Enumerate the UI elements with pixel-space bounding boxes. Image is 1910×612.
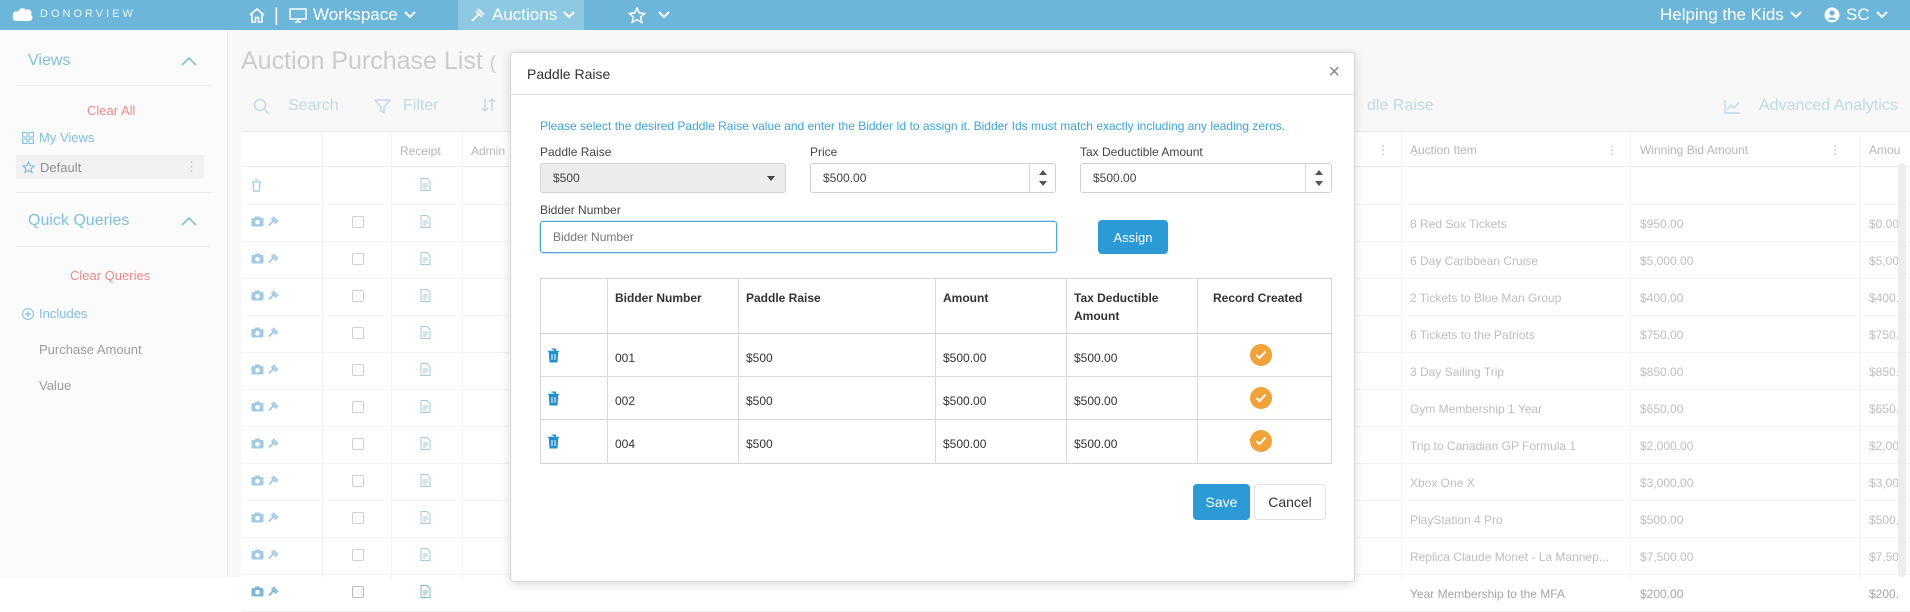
workspace-label: Workspace xyxy=(313,5,398,24)
header-amount: Amount xyxy=(943,291,989,305)
user-menu[interactable]: SC xyxy=(1824,0,1888,30)
price-value: $500.00 xyxy=(823,171,867,185)
paddle-raise-label: Paddle Raise xyxy=(540,145,612,159)
checkmark-icon xyxy=(1250,344,1272,366)
amount-cell: $500.00 xyxy=(943,437,987,451)
table-row: 002 $500 $500.00 $500.00 xyxy=(541,377,1331,420)
assignments-table: Bidder Number Paddle Raise Amount Tax De… xyxy=(540,278,1332,464)
assign-button[interactable]: Assign xyxy=(1098,220,1168,254)
table-body: 001 $500 $500.00 $500.00 002 $500 $500.00 $500.… xyxy=(541,334,1331,463)
amount-cell: $500.00 xyxy=(943,351,987,365)
price-stepper[interactable] xyxy=(1029,164,1055,192)
trash-icon[interactable] xyxy=(547,434,560,449)
chevron-down-icon xyxy=(658,11,670,19)
bidder-number-cell: 001 xyxy=(615,351,636,365)
paddle-raise-cell: $500 xyxy=(746,394,773,408)
header-tax-deductible-line1: Tax Deductible xyxy=(1074,291,1159,305)
stepper-up-icon[interactable] xyxy=(1315,170,1323,175)
table-header: Bidder Number Paddle Raise Amount Tax De… xyxy=(541,279,1331,334)
monitor-icon xyxy=(289,7,307,23)
caret-down-icon xyxy=(767,176,775,181)
tax-deductible-field[interactable]: $500.00 xyxy=(1080,163,1332,193)
gavel-icon[interactable] xyxy=(268,586,279,597)
donorview-logo[interactable]: DONORVIEW xyxy=(12,6,136,22)
tax-deductible-cell: $500.00 xyxy=(1074,437,1118,451)
amount-cell: $200. xyxy=(1869,587,1900,601)
tax-deductible-value: $500.00 xyxy=(1093,171,1137,185)
chevron-down-icon xyxy=(1790,11,1802,19)
stepper-up-icon[interactable] xyxy=(1039,170,1047,175)
paddle-raise-cell: $500 xyxy=(746,437,773,451)
bidder-number-cell: 002 xyxy=(615,394,636,408)
table-row: 004 $500 $500.00 $500.00 xyxy=(541,420,1331,463)
header-tax-deductible-amount: Tax Deductible Amount xyxy=(1074,289,1158,325)
bidder-number-cell: 004 xyxy=(615,437,636,451)
stepper-down-icon[interactable] xyxy=(1315,181,1323,186)
modal-title: Paddle Raise xyxy=(527,66,611,82)
paddle-raise-select[interactable]: $500 xyxy=(540,163,786,193)
paddle-raise-modal: Paddle Raise × Please select the desired… xyxy=(510,52,1355,582)
cancel-button[interactable]: Cancel xyxy=(1254,484,1326,520)
trash-icon[interactable] xyxy=(547,391,560,406)
auctions-label: Auctions xyxy=(492,5,558,24)
chevron-down-icon xyxy=(404,11,416,19)
home-icon xyxy=(249,7,265,23)
auctions-menu[interactable]: Auctions xyxy=(458,0,584,30)
amount-cell: $500.00 xyxy=(943,394,987,408)
tax-deductible-label: Tax Deductible Amount xyxy=(1080,145,1203,159)
save-button[interactable]: Save xyxy=(1193,484,1250,520)
header-tax-deductible-line2: Amount xyxy=(1074,309,1120,323)
cloud-logo-icon xyxy=(12,8,33,21)
logo-text: DONORVIEW xyxy=(40,8,136,20)
camera-icon[interactable] xyxy=(251,586,264,597)
paddle-raise-selected-value: $500 xyxy=(553,171,580,185)
instructions-text: Please select the desired Paddle Raise v… xyxy=(540,119,1286,133)
price-field[interactable]: $500.00 xyxy=(810,163,1056,193)
trash-icon[interactable] xyxy=(547,348,560,363)
row-checkbox[interactable] xyxy=(352,586,364,598)
tax-deductible-stepper[interactable] xyxy=(1305,164,1331,192)
price-label: Price xyxy=(810,145,838,159)
header-bidder-number: Bidder Number xyxy=(615,291,702,305)
header-record-created: Record Created xyxy=(1213,291,1303,305)
bidder-number-input[interactable] xyxy=(540,221,1057,253)
nav-divider: | xyxy=(274,4,279,25)
workspace-menu[interactable]: Workspace xyxy=(289,0,416,30)
checkmark-icon xyxy=(1250,430,1272,452)
winning-bid-cell: $200.00 xyxy=(1640,587,1684,601)
favorites-menu[interactable] xyxy=(628,0,670,30)
organization-label: Helping the Kids xyxy=(1660,5,1784,24)
chevron-down-icon xyxy=(563,11,575,19)
bidder-number-label: Bidder Number xyxy=(540,203,621,217)
stepper-down-icon[interactable] xyxy=(1039,181,1047,186)
auction-item-cell: Year Membership to the MFA xyxy=(1410,587,1565,601)
chevron-down-icon xyxy=(1875,11,1888,19)
paddle-raise-cell: $500 xyxy=(746,351,773,365)
tax-deductible-cell: $500.00 xyxy=(1074,394,1118,408)
user-initials: SC xyxy=(1846,5,1870,24)
star-icon xyxy=(628,6,646,24)
tax-deductible-cell: $500.00 xyxy=(1074,351,1118,365)
receipt-icon[interactable] xyxy=(420,585,431,598)
checkmark-icon xyxy=(1250,387,1272,409)
close-icon[interactable]: × xyxy=(1328,61,1340,84)
header-paddle-raise: Paddle Raise xyxy=(746,291,821,305)
home-nav[interactable]: | xyxy=(248,0,281,30)
row-actions xyxy=(251,586,279,597)
table-row: 001 $500 $500.00 $500.00 xyxy=(541,334,1331,377)
organization-menu[interactable]: Helping the Kids xyxy=(1660,0,1802,30)
user-circle-icon xyxy=(1824,7,1840,23)
top-navigation-bar: DONORVIEW | Workspace Auctions Helping t… xyxy=(0,0,1910,30)
gavel-icon xyxy=(471,8,485,22)
modal-header: Paddle Raise × xyxy=(511,53,1354,95)
